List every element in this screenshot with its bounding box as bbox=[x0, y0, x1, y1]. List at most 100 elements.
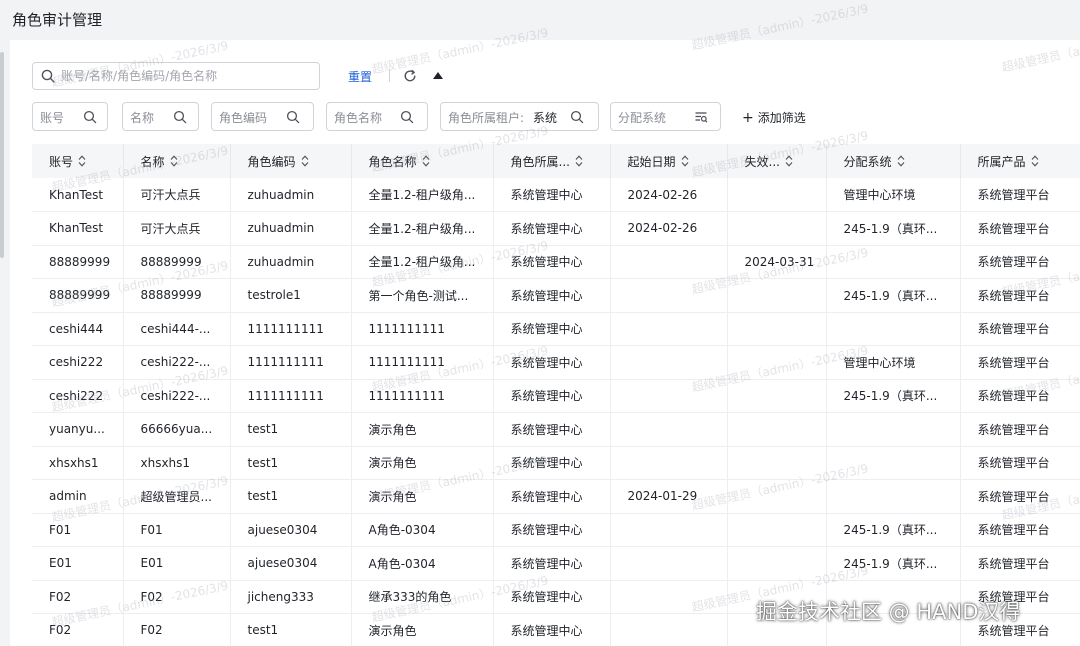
cell-name: ceshi444-... bbox=[123, 312, 231, 346]
cell-role-tenant: 系统管理中心 bbox=[493, 513, 611, 547]
cell-account: KhanTest bbox=[32, 178, 124, 212]
cell-start-date bbox=[610, 278, 728, 313]
table-row[interactable]: ceshi222 ceshi222-... 1111111111 1111111111… bbox=[32, 345, 1080, 380]
cell-name: F02 bbox=[123, 613, 231, 646]
filter-role-name[interactable]: 角色名称 bbox=[326, 102, 428, 131]
cell-start-date: 2024-02-26 bbox=[610, 211, 728, 246]
sort-icon[interactable] bbox=[301, 154, 309, 170]
plus-icon: + bbox=[742, 110, 754, 126]
cell-role-tenant: 系统管理中心 bbox=[493, 345, 611, 380]
cell-name: F02 bbox=[123, 580, 231, 614]
cell-expiry-date bbox=[727, 312, 827, 346]
cell-account: ceshi222 bbox=[32, 379, 124, 413]
search-input-wrapper[interactable] bbox=[32, 62, 320, 90]
column-header-label: 角色名称 bbox=[368, 154, 417, 169]
table-row[interactable]: admin 超级管理员... test1 演示角色 系统管理中心 2024-01-29 系统… bbox=[32, 479, 1080, 514]
sort-icon[interactable] bbox=[575, 154, 583, 170]
search-icon bbox=[83, 110, 97, 124]
cell-product: 系统管理平台 bbox=[960, 446, 1080, 480]
cell-assigned-system: 245-1.9（真环... bbox=[826, 379, 961, 413]
column-header-role-name[interactable]: 角色名称 bbox=[351, 144, 494, 178]
column-header-expiry-date[interactable]: 失效... bbox=[727, 144, 827, 178]
cell-expiry-date bbox=[727, 446, 827, 480]
filter-role-code-label: 角色编码 bbox=[219, 111, 268, 125]
collapse-caret-icon[interactable] bbox=[432, 71, 444, 81]
table-row[interactable]: KhanTest 可汗大点兵 zuhuadmin 全量1.2-租户级角... 系统管理中… bbox=[32, 178, 1080, 212]
cell-role-tenant: 系统管理中心 bbox=[493, 479, 611, 514]
cell-product: 系统管理平台 bbox=[960, 513, 1080, 547]
cell-product: 系统管理平台 bbox=[960, 479, 1080, 514]
cell-product: 系统管理平台 bbox=[960, 312, 1080, 346]
cell-role-tenant: 系统管理中心 bbox=[493, 379, 611, 413]
sort-icon[interactable] bbox=[681, 154, 689, 170]
table-row[interactable]: KhanTest 可汗大点兵 zuhuadmin 全量1.2-租户级角... 系统管理中… bbox=[32, 211, 1080, 246]
filter-role-tenant[interactable]: 角色所属租户: 系统 bbox=[440, 102, 599, 131]
cell-account: yuanyu... bbox=[32, 412, 124, 447]
cell-role-tenant: 系统管理中心 bbox=[493, 211, 611, 246]
header-bar: 角色审计管理 bbox=[0, 0, 1080, 40]
cell-assigned-system bbox=[826, 412, 961, 447]
cell-role-name: 继承333的角色 bbox=[351, 580, 494, 614]
cell-start-date bbox=[610, 580, 728, 614]
cell-role-name: A角色-0304 bbox=[351, 513, 494, 547]
cell-role-tenant: 系统管理中心 bbox=[493, 580, 611, 614]
cell-expiry-date bbox=[727, 345, 827, 380]
sort-icon[interactable] bbox=[78, 154, 86, 170]
cell-name: 超级管理员... bbox=[123, 479, 231, 514]
column-header-role-tenant[interactable]: 角色所属... bbox=[493, 144, 611, 178]
cell-expiry-date bbox=[727, 178, 827, 212]
cell-name: 88889999 bbox=[123, 245, 231, 279]
table-row[interactable]: F01 F01 ajuese0304 A角色-0304 系统管理中心 245-1.9（真环… bbox=[32, 513, 1080, 547]
cell-role-code: test1 bbox=[230, 446, 352, 480]
search-input[interactable] bbox=[61, 66, 311, 86]
cell-start-date bbox=[610, 546, 728, 581]
filter-account[interactable]: 账号 bbox=[32, 102, 108, 131]
sort-icon[interactable] bbox=[170, 154, 178, 170]
column-header-product[interactable]: 所属产品 bbox=[960, 144, 1080, 178]
cell-expiry-date bbox=[727, 211, 827, 246]
sort-icon[interactable] bbox=[785, 154, 793, 170]
filter-role-code[interactable]: 角色编码 bbox=[211, 102, 314, 131]
cell-start-date bbox=[610, 245, 728, 279]
cell-role-tenant: 系统管理中心 bbox=[493, 178, 611, 212]
cell-assigned-system: 245-1.9（真环... bbox=[826, 211, 961, 246]
table-row[interactable]: E01 E01 ajuese0304 A角色-0304 系统管理中心 245-1.9（真环… bbox=[32, 546, 1080, 581]
filter-name[interactable]: 名称 bbox=[122, 102, 199, 131]
cell-role-code: ajuese0304 bbox=[230, 546, 352, 581]
toolbar-divider bbox=[389, 70, 390, 82]
cell-role-tenant: 系统管理中心 bbox=[493, 546, 611, 581]
column-header-label: 角色编码 bbox=[247, 154, 296, 169]
cell-start-date bbox=[610, 513, 728, 547]
cell-role-tenant: 系统管理中心 bbox=[493, 245, 611, 279]
cell-account: F02 bbox=[32, 580, 124, 614]
refresh-icon[interactable] bbox=[403, 69, 417, 83]
cell-account: E01 bbox=[32, 546, 124, 581]
column-header-start-date[interactable]: 起始日期 bbox=[610, 144, 728, 178]
sort-icon[interactable] bbox=[1031, 154, 1039, 170]
cell-role-code: ajuese0304 bbox=[230, 513, 352, 547]
reset-button[interactable]: 重置 bbox=[348, 68, 372, 85]
add-filter-button[interactable]: + 添加筛选 bbox=[742, 109, 806, 126]
cell-product: 系统管理平台 bbox=[960, 245, 1080, 279]
table-row[interactable]: yuanyu... 66666yua... test1 演示角色 系统管理中心 系统管理平… bbox=[32, 412, 1080, 447]
table-row[interactable]: 88889999 88889999 zuhuadmin 全量1.2-租户级角... 系统… bbox=[32, 245, 1080, 279]
cell-account: F01 bbox=[32, 513, 124, 547]
cell-name: 66666yua... bbox=[123, 412, 231, 447]
table-row[interactable]: 88889999 88889999 testrole1 第一个角色-测试... 系统管理… bbox=[32, 278, 1080, 313]
filter-assigned-system[interactable]: 分配系统 bbox=[610, 102, 721, 131]
column-header-name[interactable]: 名称 bbox=[123, 144, 231, 178]
table-row[interactable]: xhsxhs1 xhsxhs1 test1 演示角色 系统管理中心 系统管理平台 bbox=[32, 446, 1080, 480]
table-header-row: 账号 名称 角色编码 角色名称 角色所属... 起始日期 失效... 分配系统 所属产品 bbox=[32, 144, 1080, 178]
cell-name: 可汗大点兵 bbox=[123, 178, 231, 212]
column-header-assigned-system[interactable]: 分配系统 bbox=[826, 144, 961, 178]
table-row[interactable]: ceshi222 ceshi222-... 1111111111 1111111111… bbox=[32, 379, 1080, 413]
column-header-account[interactable]: 账号 bbox=[32, 144, 124, 178]
sort-icon[interactable] bbox=[897, 154, 905, 170]
search-icon bbox=[570, 110, 584, 124]
sort-icon[interactable] bbox=[422, 154, 430, 170]
column-header-role-code[interactable]: 角色编码 bbox=[230, 144, 352, 178]
scrollbar[interactable] bbox=[0, 52, 4, 258]
cell-account: ceshi444 bbox=[32, 312, 124, 346]
table-row[interactable]: ceshi444 ceshi444-... 1111111111 1111111111… bbox=[32, 312, 1080, 346]
cell-start-date bbox=[610, 345, 728, 380]
